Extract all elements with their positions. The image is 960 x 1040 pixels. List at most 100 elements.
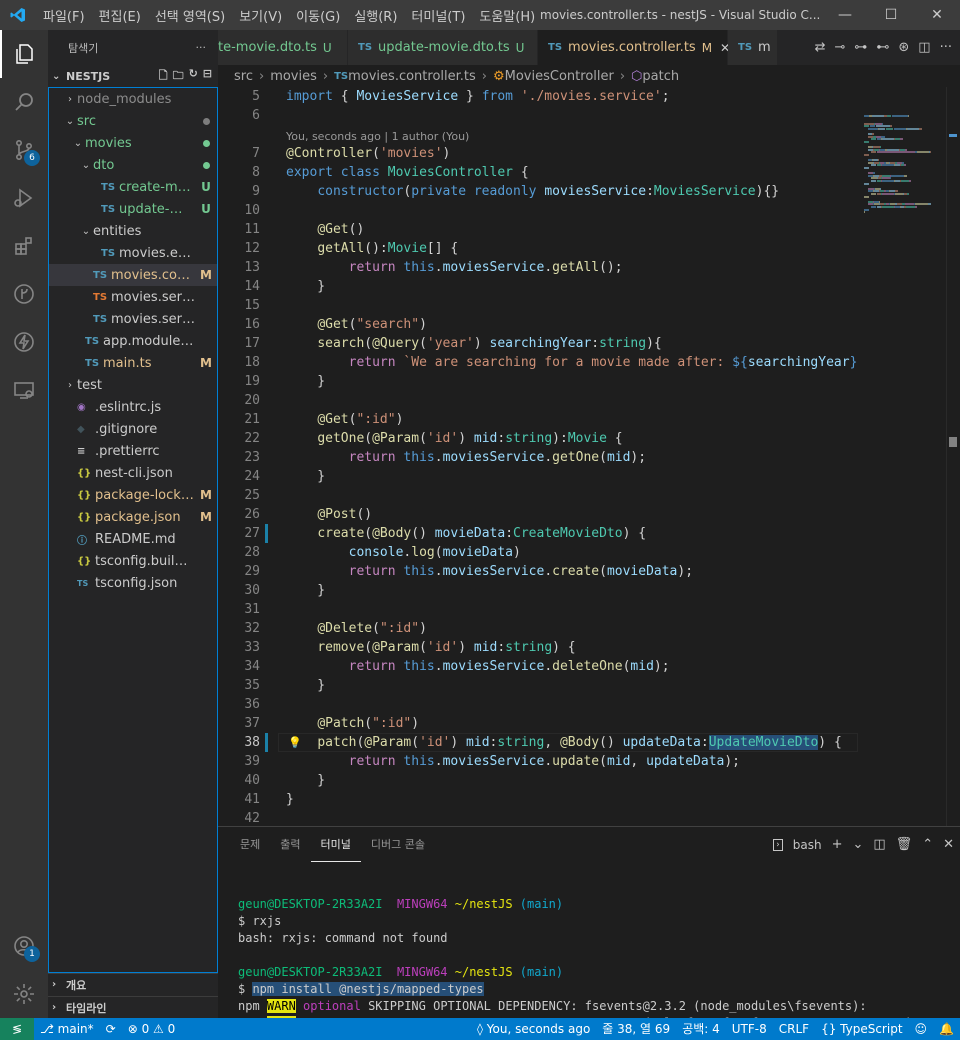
breadcrumb-item[interactable]: patch xyxy=(642,69,679,84)
remote-explorer-icon[interactable] xyxy=(0,366,48,414)
end-of-line[interactable]: CRLF xyxy=(773,1018,815,1040)
problems-indicator[interactable]: ⊗ 0 ⚠ 0 xyxy=(122,1018,182,1040)
maximize-panel-icon[interactable]: ⌃ xyxy=(922,837,933,852)
trash-icon[interactable]: 🗑 xyxy=(896,837,913,852)
close-panel-icon[interactable]: ✕ xyxy=(943,837,954,852)
timeline-section[interactable]: › 타임라인 xyxy=(48,996,218,1018)
folder-item[interactable]: › node_modules xyxy=(49,88,217,110)
git-graph-icon[interactable] xyxy=(0,270,48,318)
file-item[interactable]: ◆ .gitignore xyxy=(49,418,217,440)
thunder-client-icon[interactable] xyxy=(0,318,48,366)
split-terminal-icon[interactable]: ◫ xyxy=(873,837,885,852)
open-changes-icon[interactable]: ⊛ xyxy=(898,40,909,55)
menu-item[interactable]: 도움말(H) xyxy=(472,6,542,25)
file-item[interactable]: TSmovies.service.ts xyxy=(49,308,217,330)
outline-section[interactable]: › 개요 xyxy=(48,973,218,995)
menu-item[interactable]: 편집(E) xyxy=(92,6,148,25)
file-item[interactable]: TSupdate-mov... U xyxy=(49,198,217,220)
editor-scrollbar[interactable] xyxy=(946,87,960,826)
encoding[interactable]: UTF-8 xyxy=(726,1018,773,1040)
remote-indicator-icon[interactable]: ≶ xyxy=(0,1018,34,1040)
breadcrumb-item[interactable]: src xyxy=(234,69,253,84)
git-blame-indicator[interactable]: ◊ You, seconds ago xyxy=(471,1018,596,1040)
file-item[interactable]: TS tsconfig.json xyxy=(49,572,217,594)
panel-tab[interactable]: 터미널 xyxy=(310,827,361,862)
file-item[interactable]: TSmovies.entity.ts xyxy=(49,242,217,264)
file-item[interactable]: {} package.json M xyxy=(49,506,217,528)
more-actions-icon[interactable]: ··· xyxy=(940,40,952,55)
language-mode[interactable]: {} TypeScript xyxy=(815,1018,908,1040)
notifications-bell-icon[interactable]: 🔔 xyxy=(933,1018,960,1040)
git-next-icon[interactable]: ⊷ xyxy=(876,40,889,55)
menu-item[interactable]: 터미널(T) xyxy=(404,6,472,25)
folder-item[interactable]: › test xyxy=(49,374,217,396)
refresh-icon[interactable]: ↻ xyxy=(189,67,198,86)
maximize-button[interactable]: ☐ xyxy=(868,0,914,30)
source-control-icon[interactable]: 6 xyxy=(0,126,48,174)
menu-item[interactable]: 파일(F) xyxy=(36,6,92,25)
minimize-button[interactable]: — xyxy=(822,0,868,30)
file-item[interactable]: ◉ .eslintrc.js xyxy=(49,396,217,418)
menu-item[interactable]: 보기(V) xyxy=(232,6,289,25)
folder-item[interactable]: ⌄ movies xyxy=(49,132,217,154)
git-commit-icon[interactable]: ⊶ xyxy=(854,40,867,55)
settings-gear-icon[interactable] xyxy=(0,970,48,1018)
editor-tab[interactable]: TS m xyxy=(728,30,778,65)
cursor-position[interactable]: 줄 38, 열 69 xyxy=(596,1018,676,1040)
panel-tab[interactable]: 출력 xyxy=(270,827,310,862)
file-item[interactable]: {}tsconfig.build.json xyxy=(49,550,217,572)
shell-name[interactable]: bash xyxy=(793,838,822,852)
menu-item[interactable]: 이동(G) xyxy=(289,6,347,25)
editor-tab[interactable]: te-movie.dto.ts U xyxy=(218,30,348,65)
git-prev-icon[interactable]: ⊸ xyxy=(834,40,845,55)
panel-tab[interactable]: 문제 xyxy=(230,827,270,862)
file-item[interactable]: ≡ .prettierrc xyxy=(49,440,217,462)
folder-item[interactable]: ⌄ src xyxy=(49,110,217,132)
code-token: moviesService xyxy=(442,260,545,275)
run-debug-icon[interactable] xyxy=(0,174,48,222)
file-item[interactable]: TS main.ts M xyxy=(49,352,217,374)
chevron-down-icon[interactable]: ⌄ xyxy=(852,837,863,852)
terminal-text: MINGW64 xyxy=(396,897,448,911)
account-icon[interactable]: 1 xyxy=(0,922,48,970)
workspace-root[interactable]: NESTJS xyxy=(66,70,110,83)
new-file-icon[interactable]: 🗋 xyxy=(159,67,168,86)
more-actions-button[interactable]: ··· xyxy=(196,41,207,54)
minimap[interactable] xyxy=(860,87,946,487)
editor-tab[interactable]: TS movies.controller.ts M ✕ xyxy=(538,30,730,65)
extensions-icon[interactable] xyxy=(0,222,48,270)
file-item[interactable]: TSmovies.contr... M xyxy=(49,264,217,286)
code-token: . xyxy=(434,754,443,769)
panel-tab[interactable]: 디버그 콘솔 xyxy=(361,827,435,862)
breadcrumb-item[interactable]: movies xyxy=(270,69,317,84)
close-window-button[interactable]: ✕ xyxy=(914,0,960,30)
folder-item[interactable]: ⌄ dto xyxy=(49,154,217,176)
code-token: ( xyxy=(599,564,607,579)
file-item[interactable]: {} nest-cli.json xyxy=(49,462,217,484)
file-item[interactable]: {}package-lock.json M xyxy=(49,484,217,506)
breadcrumb-item[interactable]: movies.controller.ts xyxy=(348,69,476,84)
code-token: getOne xyxy=(317,431,365,446)
indentation[interactable]: 공백: 4 xyxy=(676,1018,726,1040)
editor-tab[interactable]: TS update-movie.dto.ts U xyxy=(348,30,538,65)
menu-item[interactable]: 선택 영역(S) xyxy=(148,6,232,25)
menu-item[interactable]: 실행(R) xyxy=(347,6,404,25)
search-icon[interactable] xyxy=(0,78,48,126)
branch-indicator[interactable]: ⎇ main* xyxy=(34,1018,100,1040)
file-item[interactable]: TS app.module.ts xyxy=(49,330,217,352)
feedback-icon[interactable]: ☺ xyxy=(909,1018,934,1040)
file-item[interactable]: ⓘ README.md xyxy=(49,528,217,550)
new-terminal-icon[interactable]: + xyxy=(832,837,843,852)
breadcrumb-item[interactable]: MoviesController xyxy=(505,69,614,84)
compare-changes-icon[interactable]: ⇄ xyxy=(815,40,826,55)
file-item[interactable]: TSmovies.service.spe... xyxy=(49,286,217,308)
collapse-all-icon[interactable]: ⊟ xyxy=(203,67,212,86)
new-folder-icon[interactable]: 🗀 xyxy=(173,67,184,86)
code-editor[interactable]: 5 import { MoviesService } from './movies… xyxy=(218,87,858,826)
sync-button[interactable]: ⟳ xyxy=(100,1018,122,1040)
folder-item[interactable]: ⌄ entities xyxy=(49,220,217,242)
file-item[interactable]: TScreate-movi... U xyxy=(49,176,217,198)
split-editor-icon[interactable]: ◫ xyxy=(918,40,930,55)
terminal-output[interactable]: geun@DESKTOP-2R33A2I MINGW64 ~/nestJS (m… xyxy=(238,879,958,1032)
explorer-icon[interactable] xyxy=(0,30,48,78)
